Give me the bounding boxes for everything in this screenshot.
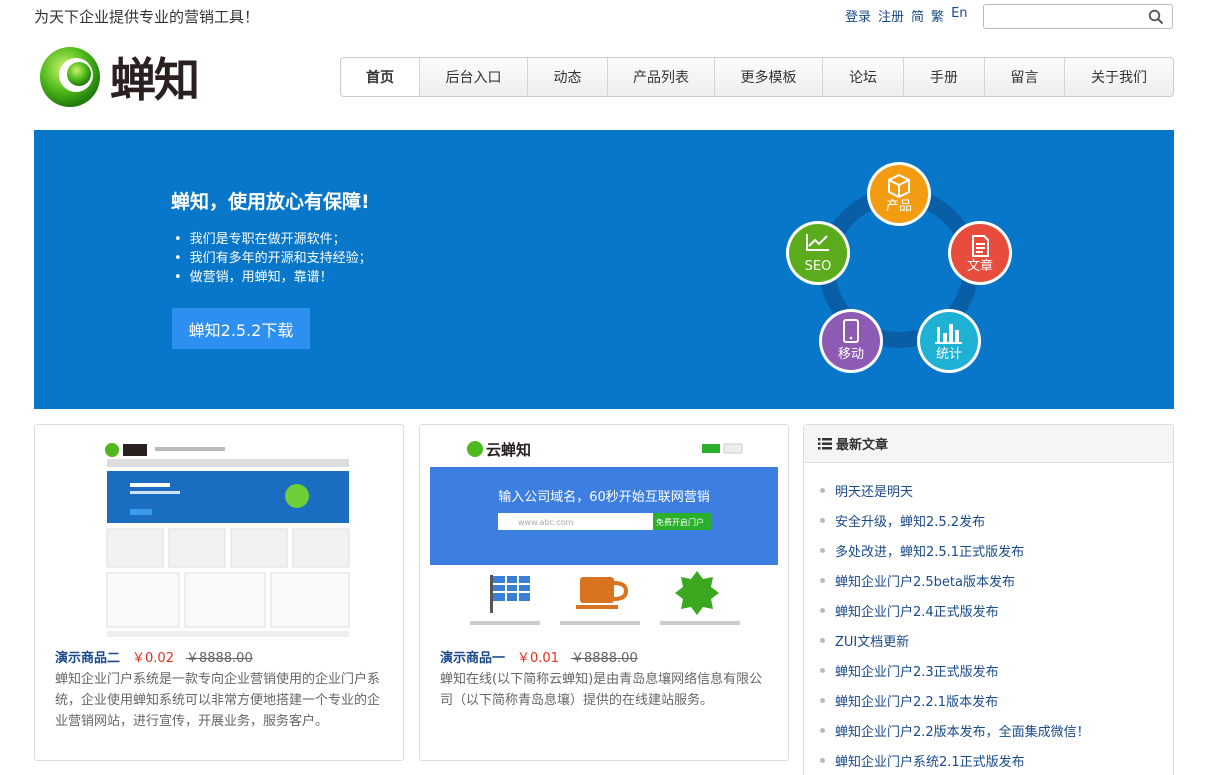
lang-traditional-link[interactable]: 繁	[931, 6, 944, 25]
thumb-button-text: 免费开启门户	[656, 517, 704, 527]
article-link[interactable]: 蝉知企业门户系统2.1正式版发布	[820, 745, 1090, 775]
banner-bullet: 我们有多年的开源和支持经验；	[174, 249, 372, 268]
main-nav: 首页 后台入口 动态 产品列表 更多模板 论坛 手册 留言 关于我们	[340, 57, 1174, 97]
article-link[interactable]: 多处改进，蝉知2.5.1正式版发布	[820, 535, 1090, 565]
product-thumbnail[interactable]	[45, 433, 393, 637]
banner-bullet: 做营销，用蝉知，靠谱！	[174, 268, 372, 287]
panel-header: 最新文章	[804, 425, 1173, 463]
feature-label: 统计	[936, 347, 962, 362]
article-link[interactable]: 蝉知企业门户2.2版本发布，全面集成微信！	[820, 715, 1090, 745]
nav-item[interactable]: 更多模板	[715, 58, 823, 96]
top-links: 登录 注册 简 繁 En	[845, 6, 968, 25]
product-card[interactable]: 云蝉知 输入公司域名，60秒开始互联网营销 www.abc.com 免费开启门户	[419, 424, 789, 761]
nav-item[interactable]: 关于我们	[1065, 58, 1173, 96]
feature-label: 移动	[838, 347, 864, 362]
product-price: ￥0.02	[132, 651, 174, 666]
product-screenshot-image	[45, 433, 393, 637]
site-logo[interactable]: 蝉知	[38, 44, 200, 110]
banner-bullet: 我们是专职在做开源软件；	[174, 230, 372, 249]
product-description: 蝉知企业门户系统是一款专向企业营销使用的企业门户系统，企业使用蝉知系统可以非常方…	[55, 672, 381, 729]
product-card[interactable]: 演示商品二 ￥0.02 ￥8888.00 蝉知企业门户系统是一款专向企业营销使用…	[34, 424, 404, 761]
article-link[interactable]: 蝉知企业门户2.4正式版发布	[820, 595, 1090, 625]
feature-label: 产品	[886, 199, 912, 214]
search-icon[interactable]	[1148, 9, 1164, 25]
logo-text: 蝉知	[110, 53, 200, 107]
nav-item[interactable]: 论坛	[823, 58, 904, 96]
thumb-headline: 输入公司域名，60秒开始互联网营销	[498, 489, 710, 505]
download-button[interactable]: 蝉知2.5.2下载	[172, 308, 310, 349]
article-list: 明天还是明天 安全升级，蝉知2.5.2发布 多处改进，蝉知2.5.1正式版发布 蝉知企…	[820, 475, 1090, 775]
banner-title: 蝉知，使用放心有保障!	[171, 191, 370, 213]
thumb-input-text: www.abc.com	[518, 518, 574, 527]
hero-banner: 蝉知，使用放心有保障! 我们是专职在做开源软件； 我们有多年的开源和支持经验； …	[34, 130, 1174, 409]
product-name[interactable]: 演示商品二	[55, 647, 120, 666]
badge-icon	[675, 571, 719, 615]
article-link[interactable]: 安全升级，蝉知2.5.2发布	[820, 505, 1090, 535]
search-box	[983, 4, 1173, 29]
article-link[interactable]: 蝉知企业门户2.3正式版发布	[820, 655, 1090, 685]
register-link[interactable]: 注册	[878, 6, 904, 25]
site-slogan: 为天下企业提供专业的营销工具！	[34, 8, 260, 26]
feature-label: 文章	[967, 258, 993, 274]
logo-mark-icon	[40, 47, 100, 107]
article-link[interactable]: 明天还是明天	[820, 475, 1090, 505]
nav-item[interactable]: 产品列表	[608, 58, 715, 96]
nav-item[interactable]: 手册	[904, 58, 985, 96]
feature-label: SEO	[805, 259, 832, 274]
product-thumbnail[interactable]: 云蝉知 输入公司域名，60秒开始互联网营销 www.abc.com 免费开启门户	[430, 433, 778, 637]
feature-article: 文章	[948, 221, 1012, 285]
article-link[interactable]: 蝉知企业门户2.5beta版本发布	[820, 565, 1090, 595]
product-description: 蝉知在线(以下简称云蝉知)是由青岛息壤网络信息有限公司（以下简称青岛息壤）提供的…	[440, 672, 763, 708]
nav-item[interactable]: 首页	[341, 58, 420, 96]
product-price: ￥0.01	[517, 651, 559, 666]
product-original-price: ￥8888.00	[185, 651, 253, 666]
nav-item[interactable]: 动态	[528, 58, 608, 96]
article-link[interactable]: ZUI文档更新	[820, 625, 1090, 655]
latest-articles-panel: 最新文章 明天还是明天 安全升级，蝉知2.5.2发布 多处改进，蝉知2.5.1正式版…	[803, 424, 1174, 775]
lang-english-link[interactable]: En	[951, 6, 967, 25]
banner-bullets: 我们是专职在做开源软件； 我们有多年的开源和支持经验； 做营销，用蝉知，靠谱！	[174, 230, 372, 287]
lang-simplified-link[interactable]: 简	[911, 6, 924, 25]
feature-wheel: 产品 文章 统计 移动 SEO	[786, 162, 1012, 373]
product-screenshot-image: 云蝉知 输入公司域名，60秒开始互联网营销 www.abc.com 免费开启门户	[430, 433, 778, 637]
login-link[interactable]: 登录	[845, 6, 871, 25]
nav-item[interactable]: 留言	[985, 58, 1065, 96]
panel-title: 最新文章	[836, 438, 889, 453]
nav-item[interactable]: 后台入口	[420, 58, 528, 96]
search-input[interactable]	[984, 5, 1144, 28]
thumb-logo-text: 云蝉知	[486, 441, 531, 459]
product-name[interactable]: 演示商品一	[440, 647, 505, 666]
product-original-price: ￥8888.00	[570, 651, 638, 666]
feature-product: 产品	[867, 162, 931, 226]
list-icon	[818, 437, 832, 449]
article-link[interactable]: 蝉知企业门户2.2.1版本发布	[820, 685, 1090, 715]
feature-seo: SEO	[786, 221, 850, 285]
feature-mobile: 移动	[819, 309, 883, 373]
feature-stats: 统计	[917, 309, 981, 373]
